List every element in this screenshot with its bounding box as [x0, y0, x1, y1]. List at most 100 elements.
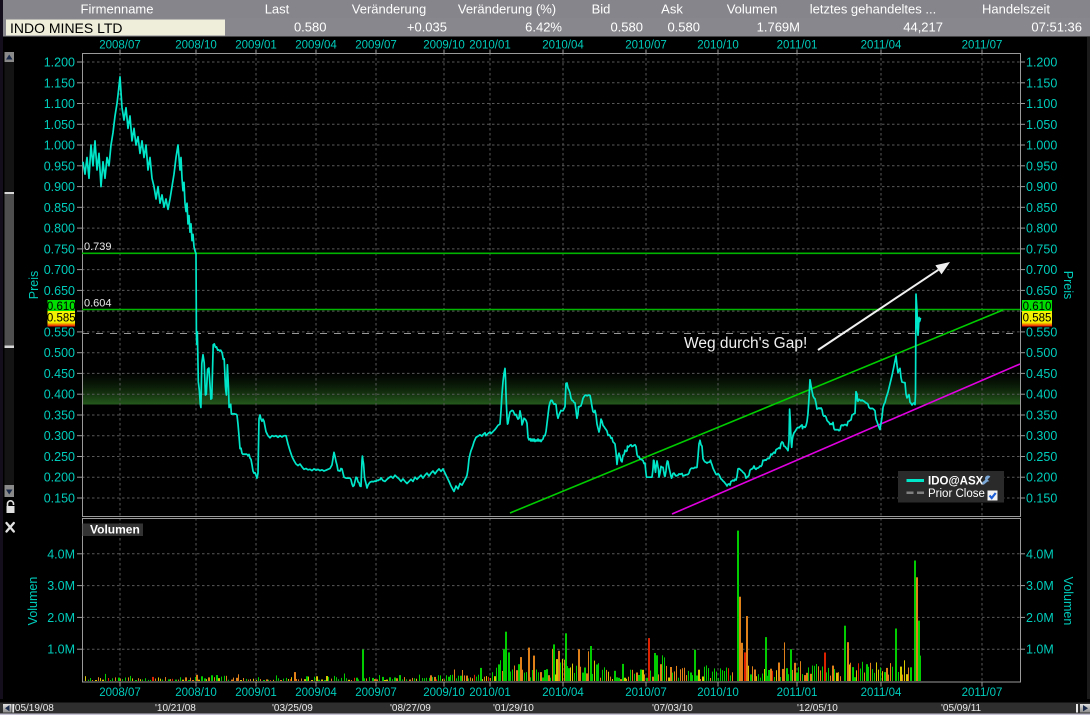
svg-text:0.400: 0.400	[44, 388, 75, 402]
svg-text:0.800: 0.800	[1026, 222, 1057, 236]
svg-text:0.500: 0.500	[1026, 346, 1057, 360]
svg-text:Volumen: Volumen	[26, 577, 40, 626]
svg-text:'05/19/08: '05/19/08	[13, 703, 54, 714]
svg-text:IDO@ASX: IDO@ASX	[928, 476, 984, 488]
svg-text:1.150: 1.150	[1026, 76, 1057, 90]
svg-text:Volumen: Volumen	[1061, 577, 1075, 626]
svg-text:1.000: 1.000	[1026, 139, 1057, 153]
svg-text:'12/05/10: '12/05/10	[797, 703, 838, 714]
svg-text:0.739: 0.739	[84, 241, 112, 253]
svg-text:1.100: 1.100	[44, 97, 75, 111]
svg-text:0.800: 0.800	[44, 222, 75, 236]
svg-text:'05/09/11: '05/09/11	[941, 703, 982, 714]
svg-text:Bid: Bid	[592, 2, 611, 17]
svg-text:6.42%: 6.42%	[525, 20, 562, 35]
svg-text:0.580: 0.580	[294, 20, 327, 35]
svg-text:1.0M: 1.0M	[47, 643, 75, 657]
svg-text:0.610: 0.610	[47, 301, 76, 313]
svg-text:Veränderung: Veränderung	[352, 2, 426, 17]
svg-text:0.950: 0.950	[44, 159, 75, 173]
svg-text:2.0M: 2.0M	[1026, 611, 1054, 625]
svg-text:1.769M: 1.769M	[757, 20, 800, 35]
svg-text:0.700: 0.700	[1026, 263, 1057, 277]
svg-text:0.150: 0.150	[1026, 492, 1057, 506]
svg-text:2009/10: 2009/10	[423, 687, 465, 699]
svg-text:Veränderung (%): Veränderung (%)	[458, 2, 556, 17]
svg-text:0.450: 0.450	[1026, 367, 1057, 381]
svg-text:Volumen: Volumen	[727, 2, 778, 17]
svg-text:0.604: 0.604	[84, 298, 112, 310]
svg-text:0.300: 0.300	[1026, 429, 1057, 443]
svg-text:0.400: 0.400	[1026, 388, 1057, 402]
svg-text:2009/01: 2009/01	[235, 687, 277, 699]
svg-text:0.750: 0.750	[1026, 242, 1057, 256]
svg-text:2010/10: 2010/10	[697, 687, 739, 699]
svg-text:1.000: 1.000	[44, 139, 75, 153]
svg-text:Volumen: Volumen	[90, 523, 140, 537]
svg-text:0.200: 0.200	[44, 471, 75, 485]
svg-text:1.050: 1.050	[1026, 118, 1057, 132]
svg-text:0.350: 0.350	[44, 409, 75, 423]
svg-text:INDO MINES LTD: INDO MINES LTD	[10, 20, 123, 36]
svg-text:2010/04: 2010/04	[542, 687, 584, 699]
svg-text:Last: Last	[265, 2, 290, 17]
svg-text:Preis: Preis	[27, 271, 41, 299]
svg-text:'07/03/10: '07/03/10	[652, 703, 693, 714]
svg-text:1.150: 1.150	[44, 76, 75, 90]
svg-text:1.200: 1.200	[44, 56, 75, 70]
svg-text:2011/07: 2011/07	[962, 687, 1003, 699]
svg-text:0.650: 0.650	[1026, 284, 1057, 298]
svg-text:0.610: 0.610	[1023, 301, 1052, 313]
svg-text:2011/04: 2011/04	[861, 687, 902, 699]
svg-text:0.650: 0.650	[44, 284, 75, 298]
svg-text:Firmenname: Firmenname	[81, 2, 154, 17]
svg-text:0.500: 0.500	[44, 346, 75, 360]
svg-text:'08/27/09: '08/27/09	[390, 703, 431, 714]
svg-text:'01/29/10: '01/29/10	[493, 703, 534, 714]
svg-text:2009/04: 2009/04	[295, 687, 337, 699]
svg-text:Weg durch's Gap!: Weg durch's Gap!	[684, 335, 807, 352]
svg-text:2009/07: 2009/07	[355, 687, 397, 699]
svg-text:1.0M: 1.0M	[1026, 643, 1054, 657]
svg-text:0.850: 0.850	[1026, 201, 1057, 215]
svg-text:Handelszeit: Handelszeit	[982, 2, 1050, 17]
svg-text:0.450: 0.450	[44, 367, 75, 381]
svg-text:0.950: 0.950	[1026, 159, 1057, 173]
svg-text:2010/07: 2010/07	[625, 687, 667, 699]
svg-text:letztes gehandeltes ...: letztes gehandeltes ...	[810, 2, 936, 17]
svg-text:0.700: 0.700	[44, 263, 75, 277]
svg-text:0.585: 0.585	[47, 312, 76, 324]
svg-text:0.550: 0.550	[1026, 325, 1057, 339]
svg-text:Ask: Ask	[661, 2, 683, 17]
svg-text:Prior Close: Prior Close	[928, 488, 985, 500]
svg-text:4.0M: 4.0M	[1026, 547, 1054, 561]
svg-text:0.550: 0.550	[44, 325, 75, 339]
svg-text:0.250: 0.250	[1026, 450, 1057, 464]
svg-text:2.0M: 2.0M	[47, 611, 75, 625]
svg-text:07:51:36: 07:51:36	[1031, 20, 1082, 35]
svg-text:0.200: 0.200	[1026, 471, 1057, 485]
svg-text:2008/10: 2008/10	[175, 687, 217, 699]
svg-text:'10/21/08: '10/21/08	[155, 703, 196, 714]
svg-text:+0.035: +0.035	[407, 20, 447, 35]
svg-text:0.580: 0.580	[667, 20, 700, 35]
svg-text:0.250: 0.250	[44, 450, 75, 464]
svg-text:0.750: 0.750	[44, 242, 75, 256]
svg-text:Preis: Preis	[1061, 271, 1075, 299]
svg-text:0.900: 0.900	[1026, 180, 1057, 194]
svg-text:2010/01: 2010/01	[469, 687, 511, 699]
svg-text:44,217: 44,217	[903, 20, 943, 35]
svg-text:1.200: 1.200	[1026, 56, 1057, 70]
svg-text:3.0M: 3.0M	[1026, 579, 1054, 593]
svg-text:4.0M: 4.0M	[47, 547, 75, 561]
svg-text:0.585: 0.585	[1023, 312, 1052, 324]
svg-text:0.150: 0.150	[44, 492, 75, 506]
svg-text:1.050: 1.050	[44, 118, 75, 132]
svg-text:'03/25/09: '03/25/09	[272, 703, 313, 714]
svg-text:0.350: 0.350	[1026, 409, 1057, 423]
svg-text:1.100: 1.100	[1026, 97, 1057, 111]
svg-text:0.900: 0.900	[44, 180, 75, 194]
svg-text:2011/01: 2011/01	[777, 687, 818, 699]
svg-text:0.850: 0.850	[44, 201, 75, 215]
svg-text:0.580: 0.580	[610, 20, 643, 35]
